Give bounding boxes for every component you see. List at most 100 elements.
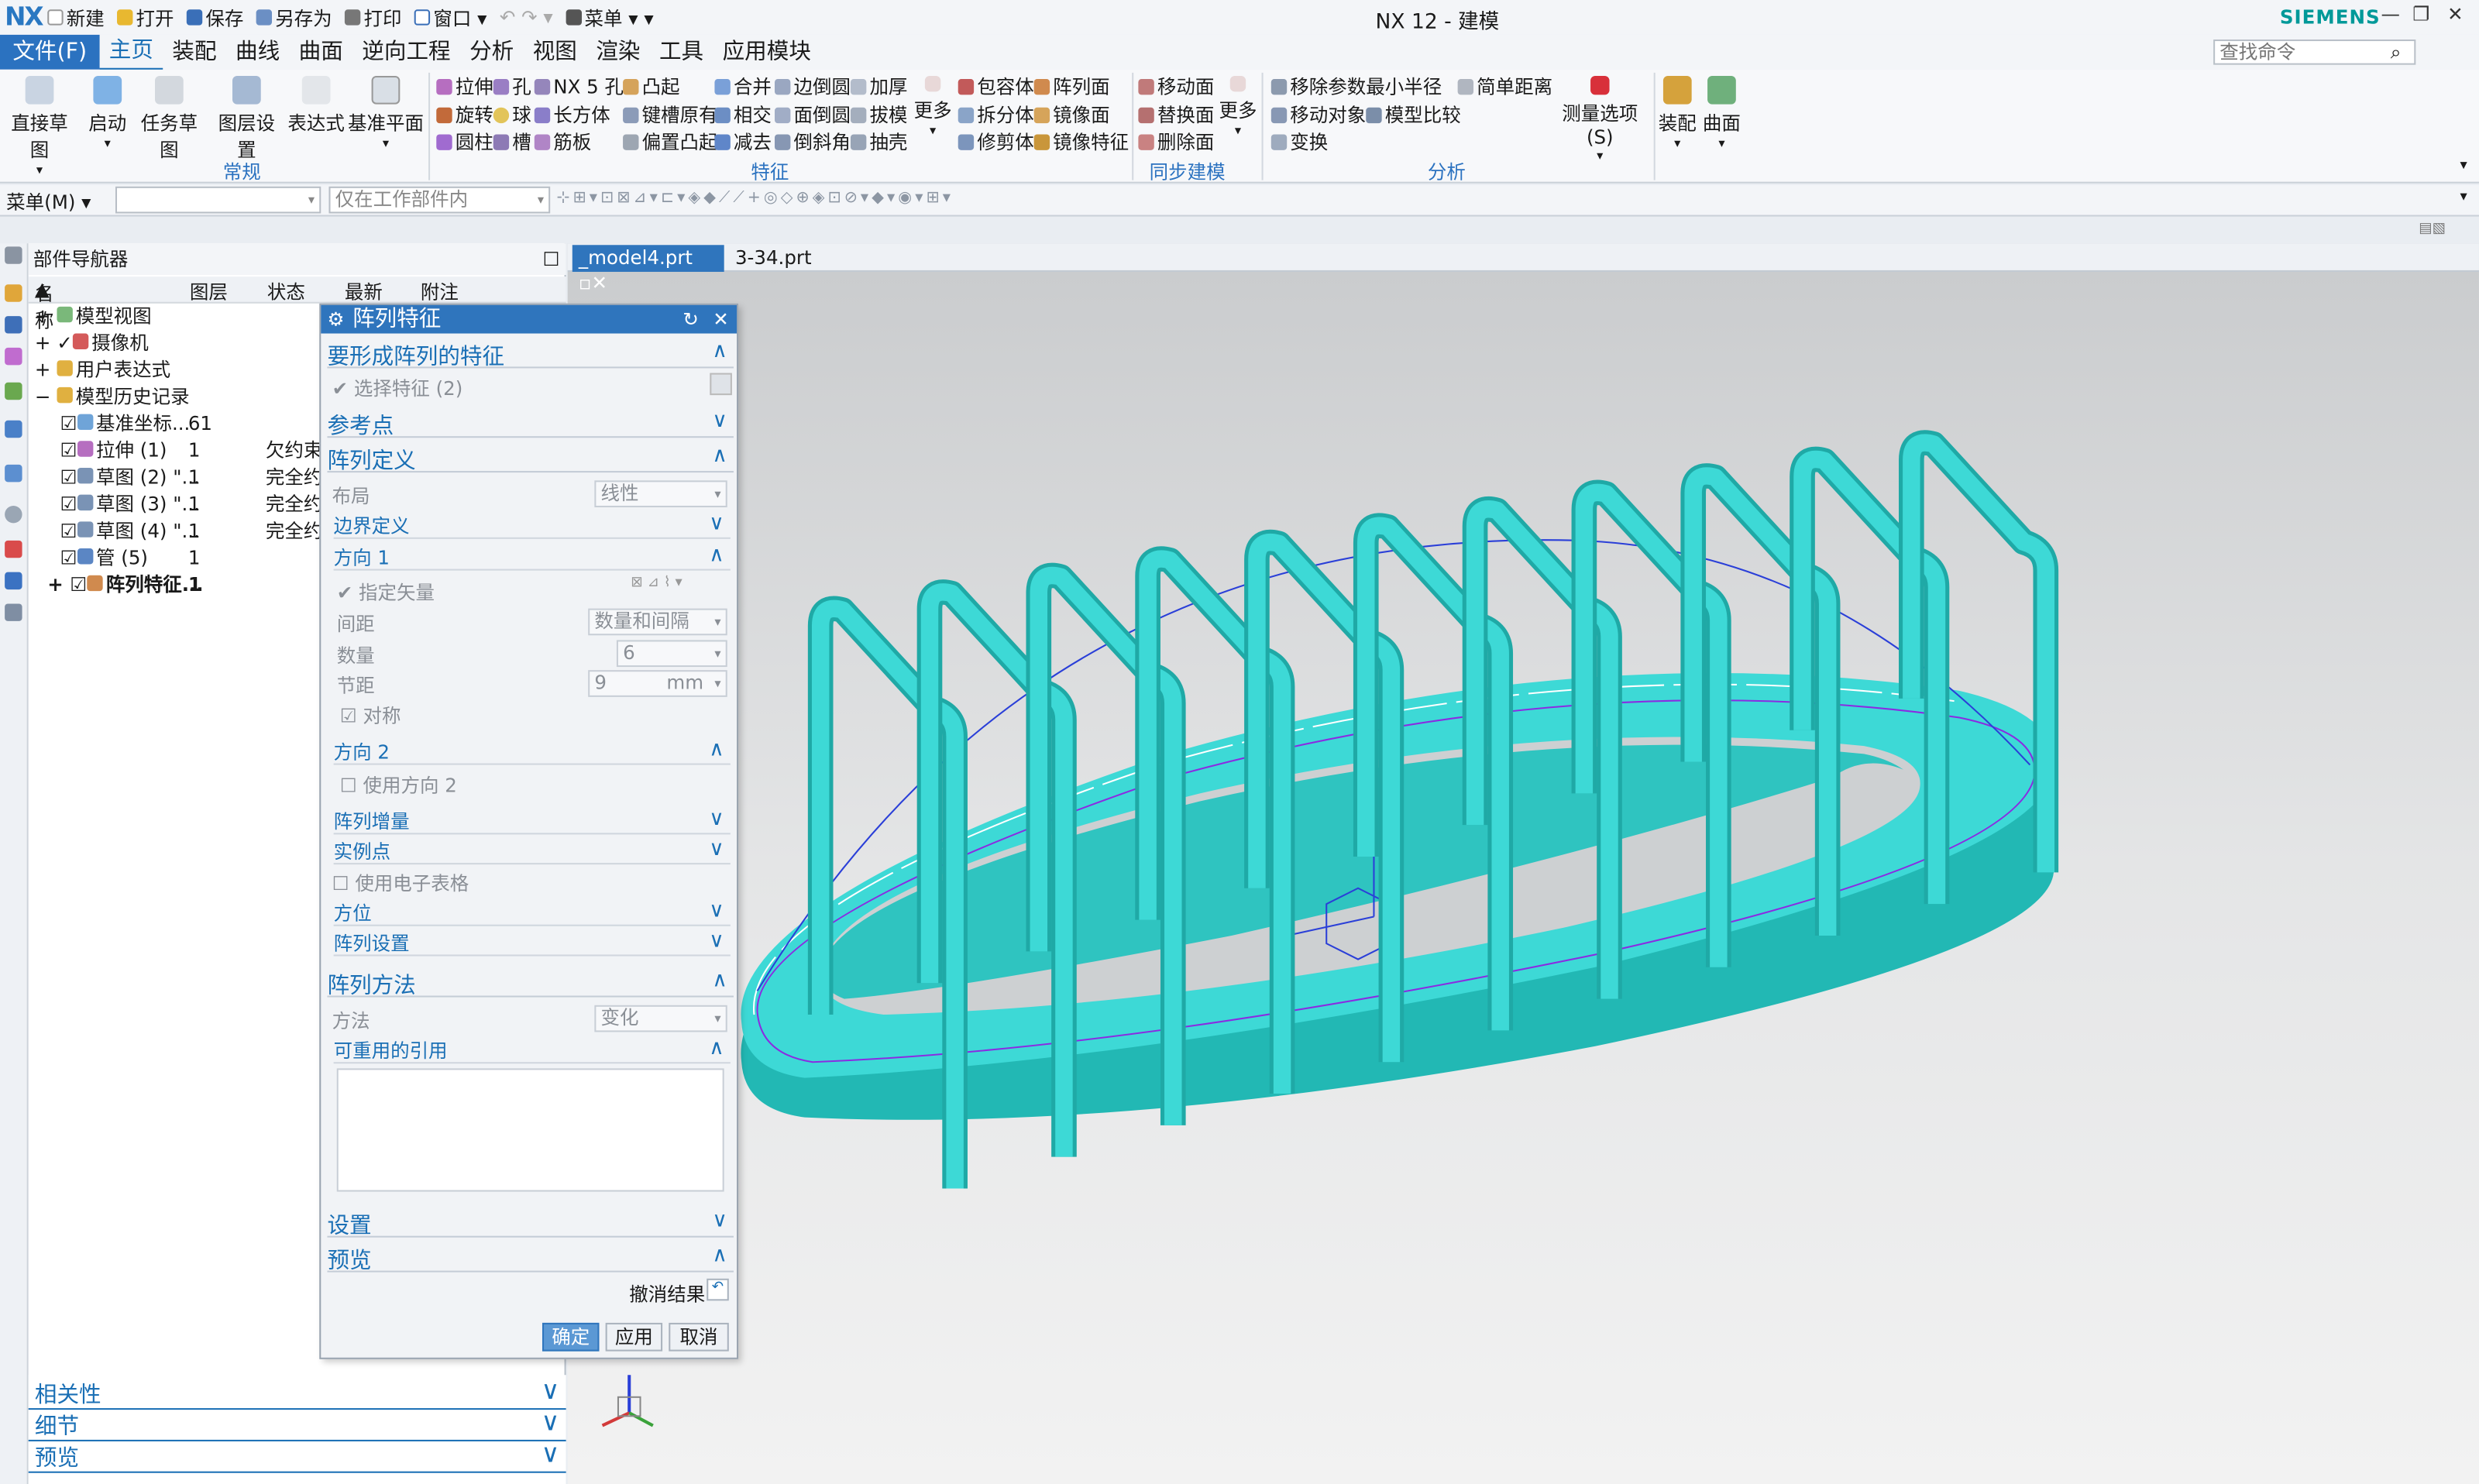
reset-icon[interactable]: ↻: [682, 305, 699, 334]
col-layer[interactable]: 图层: [190, 278, 228, 305]
command-search-input[interactable]: [2213, 40, 2416, 65]
undo-result-button[interactable]: ↶: [707, 1278, 729, 1301]
qat-new-button[interactable]: 新建: [47, 4, 105, 31]
emboss-button[interactable]: 凸起: [623, 73, 680, 100]
menu-file[interactable]: 文件(F): [0, 34, 100, 70]
roles-icon[interactable]: [5, 603, 22, 621]
panel-details[interactable]: 细节 ∨: [28, 1407, 566, 1441]
ok-button[interactable]: 确定: [542, 1322, 600, 1352]
slot-button[interactable]: 键槽原有: [623, 101, 718, 129]
move-face-button[interactable]: 移动面: [1138, 73, 1214, 100]
toolbar-options-icon[interactable]: ▾: [2460, 190, 2467, 205]
shell-button[interactable]: 抽壳: [850, 128, 907, 155]
select-feature-icon[interactable]: [710, 373, 732, 396]
tab-reverse-engineering[interactable]: 逆向工程: [352, 35, 460, 70]
section-pattern-method[interactable]: 阵列方法 ∧: [327, 969, 734, 999]
expression-button[interactable]: 表达式: [287, 75, 345, 136]
extrude-button[interactable]: 拉伸: [436, 73, 493, 100]
constraint-navigator-icon[interactable]: [5, 316, 22, 334]
col-status[interactable]: 状态: [267, 278, 305, 305]
system-materials-icon[interactable]: [5, 540, 22, 558]
window-layout-icon[interactable]: ▤▧: [2419, 222, 2446, 237]
edge-blend-button[interactable]: 边倒圆: [774, 73, 851, 100]
type-filter-combo[interactable]: ▾: [115, 186, 321, 214]
layer-settings-button[interactable]: 图层设置: [210, 75, 283, 163]
mirror-face-button[interactable]: 镜像面: [1033, 101, 1110, 129]
qat-menu-button[interactable]: 菜单 ▾ ▾: [566, 4, 654, 31]
section-features-to-pattern[interactable]: 要形成阵列的特征 ∧: [327, 340, 734, 369]
menu-dropdown[interactable]: 菜单(M) ▾: [6, 188, 91, 215]
replace-face-button[interactable]: 替换面: [1138, 101, 1214, 129]
symmetric-checkbox[interactable]: ☑ 对称: [340, 702, 401, 729]
subtract-button[interactable]: 减去: [714, 128, 772, 155]
move-object-button[interactable]: 移动对象: [1270, 101, 1366, 129]
section-orientation[interactable]: 方位 ∨: [333, 899, 731, 926]
col-name[interactable]: 名称 ▲: [35, 278, 54, 331]
split-body-button[interactable]: 拆分体: [958, 101, 1034, 129]
snap-icons-bar[interactable]: ⊹⊞▾⊡⊠⊿▾⊏▾◈◆⟋⟋+◎◇⊕◈⊡⊘▾◆▾◉▾⊞▾: [556, 190, 954, 207]
section-pattern-definition[interactable]: 阵列定义 ∧: [327, 444, 734, 474]
remove-params-button[interactable]: 移除参数: [1270, 73, 1366, 100]
sphere-button[interactable]: 球: [493, 101, 531, 129]
col-notes[interactable]: 附注: [421, 278, 459, 305]
hole-button[interactable]: 孔: [493, 73, 531, 100]
reusable-references-list[interactable]: [336, 1068, 724, 1192]
search-icon[interactable]: ⌕: [2391, 41, 2402, 65]
tab-surface[interactable]: 曲面: [289, 35, 352, 70]
maximize-navigator-icon[interactable]: ☐: [542, 243, 559, 275]
section-boundary[interactable]: 边界定义 ∨: [333, 512, 731, 539]
tab-view[interactable]: 视图: [523, 35, 586, 70]
qat-saveas-button[interactable]: 另存为: [256, 4, 332, 31]
ribbon-options-icon[interactable]: ▾: [2460, 158, 2467, 173]
tab-application[interactable]: 应用模块: [713, 35, 820, 70]
draft-button[interactable]: 拔模: [850, 101, 907, 129]
col-latest[interactable]: 最新: [345, 278, 383, 305]
spacing-select[interactable]: 数量和间隔 ▾: [588, 608, 727, 636]
block-button[interactable]: 长方体: [534, 101, 610, 129]
model-compare-button[interactable]: 模型比较: [1366, 101, 1461, 129]
mirror-feature-button[interactable]: 镜像特征: [1033, 128, 1129, 155]
bounding-body-button[interactable]: 包容体: [958, 73, 1034, 100]
tab-analysis[interactable]: 分析: [460, 35, 524, 70]
pattern-face-button[interactable]: 阵列面: [1033, 73, 1110, 100]
qat-undo-redo[interactable]: ↶ ↷ ▾: [500, 6, 553, 29]
restore-button[interactable]: ❐: [2412, 3, 2429, 26]
section-reference-point[interactable]: 参考点 ∨: [327, 409, 734, 439]
panel-preview[interactable]: 预览 ∨: [28, 1438, 566, 1473]
trim-body-button[interactable]: 修剪体: [958, 128, 1034, 155]
section-direction-1[interactable]: 方向 1 ∧: [333, 544, 731, 571]
nx5-hole-button[interactable]: NX 5 孔: [534, 73, 624, 100]
tab-render[interactable]: 渲染: [586, 35, 650, 70]
tab-curve[interactable]: 曲线: [226, 35, 290, 70]
use-direction2-checkbox[interactable]: ☐ 使用方向 2: [340, 771, 457, 799]
groove-button[interactable]: 槽: [493, 128, 531, 155]
task-sketch-button[interactable]: 任务草图: [132, 75, 205, 163]
part-navigator-icon[interactable]: [5, 347, 22, 366]
select-feature-row[interactable]: ✔ 选择特征 (2): [332, 375, 463, 402]
tab-tools[interactable]: 工具: [650, 35, 713, 70]
specify-vector-row[interactable]: ✔ 指定矢量: [337, 579, 435, 606]
tab-home[interactable]: 主页: [99, 33, 163, 71]
unite-button[interactable]: 合并: [714, 73, 772, 100]
intersect-button[interactable]: 相交: [714, 101, 772, 129]
minimize-button[interactable]: —: [2381, 3, 2399, 26]
feature-more-button[interactable]: 更多 ▾: [914, 75, 952, 138]
vector-tools-icons[interactable]: ⊠ ⊿ ⌇ ▾: [631, 575, 725, 599]
tab-3-34[interactable]: 3-34.prt: [729, 245, 840, 272]
method-select[interactable]: 变化 ▾: [594, 1005, 727, 1032]
process-studio-icon[interactable]: [5, 572, 22, 590]
qat-save-button[interactable]: 保存: [186, 4, 243, 31]
layout-select[interactable]: 线性 ▾: [594, 480, 727, 508]
history-icon[interactable]: [5, 505, 22, 524]
settings-icon[interactable]: [5, 246, 22, 264]
scope-filter-combo[interactable]: 仅在工作部件内 ▾: [328, 186, 551, 214]
use-spreadsheet-checkbox[interactable]: ☐ 使用电子表格: [332, 869, 469, 896]
rib-button[interactable]: 筋板: [534, 128, 591, 155]
revolve-button[interactable]: 旋转: [436, 101, 493, 129]
delete-face-button[interactable]: 删除面: [1138, 128, 1214, 155]
section-preview[interactable]: 预览 ∧: [327, 1244, 734, 1274]
measure-options-button[interactable]: 测量选项(S) ▾: [1552, 75, 1647, 163]
cancel-button[interactable]: 取消: [669, 1322, 729, 1352]
hd3d-icon[interactable]: [5, 420, 22, 438]
model-viewport[interactable]: [568, 272, 2479, 1484]
